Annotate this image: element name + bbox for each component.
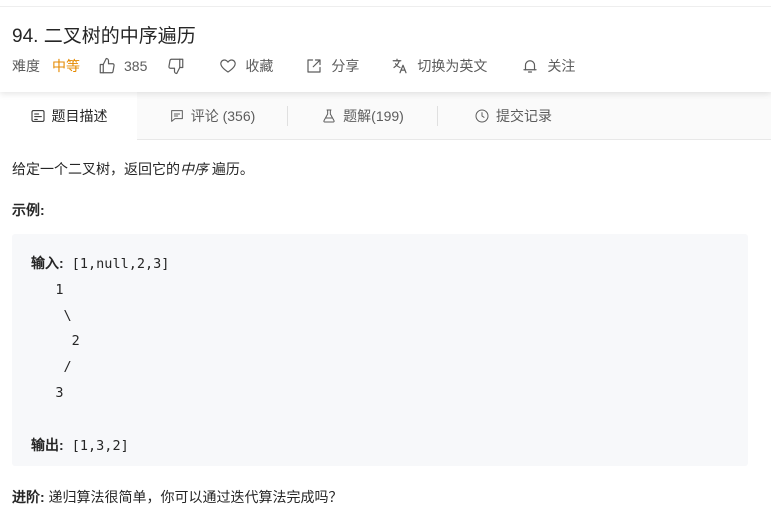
- advanced-label: 进阶:: [12, 489, 45, 505]
- share-button[interactable]: 分享: [305, 56, 359, 76]
- example-title: 示例:: [12, 202, 45, 218]
- follow-button[interactable]: 关注: [521, 56, 575, 76]
- translate-icon: [393, 58, 407, 74]
- problem-meta-bar: 难度 中等 385 收藏 分享 切换为英文 关注: [12, 55, 575, 77]
- thumbs-up-icon: [99, 57, 115, 74]
- example-code: 输入: [1,null,2,3] 1 \ 2 / 3 输出: [1,3,2]: [31, 251, 169, 459]
- share-label: 分享: [331, 58, 360, 74]
- input-label: 输入:: [31, 255, 64, 271]
- heart-icon: [220, 59, 237, 73]
- description-text: 给定一个二叉树，返回它的: [12, 161, 180, 177]
- tab-submissions[interactable]: 提交记录: [438, 92, 588, 139]
- tab-label: 题解(199): [343, 107, 404, 124]
- example-code-block: 输入: [1,null,2,3] 1 \ 2 / 3 输出: [1,3,2]: [12, 234, 748, 466]
- problem-tabs: 题目描述 评论 (356) 题解(199) 提交记录: [0, 92, 771, 140]
- share-icon: [307, 59, 321, 73]
- like-count: 385: [124, 58, 148, 74]
- like-button[interactable]: 385: [98, 57, 147, 75]
- thumbs-down-icon: [168, 58, 184, 75]
- output-value: [1,3,2]: [63, 437, 129, 454]
- tree-line: \: [31, 307, 72, 324]
- description-emphasis: 中序: [180, 161, 208, 177]
- output-label: 输出:: [31, 436, 64, 453]
- follow-label: 关注: [547, 58, 576, 74]
- bell-icon: [523, 60, 537, 73]
- tree-line: /: [31, 359, 72, 376]
- problem-header: 94. 二叉树的中序遍历 难度 中等 385 收藏 分享 切换为英文 关注: [0, 0, 771, 92]
- language-switch-label: 切换为英文: [417, 58, 488, 74]
- dislike-button[interactable]: [167, 57, 185, 75]
- tree-line: 3: [31, 384, 64, 401]
- difficulty-label: 难度: [12, 58, 40, 74]
- advanced-text: 递归算法很简单，你可以通过迭代算法完成吗？: [44, 489, 343, 505]
- tab-label: 提交记录: [496, 107, 552, 124]
- problem-title: 94. 二叉树的中序遍历: [12, 26, 196, 47]
- divider: [0, 6, 771, 7]
- tab-solutions[interactable]: 题解(199): [288, 92, 437, 139]
- tree-line: 2: [31, 333, 80, 350]
- language-switch-button[interactable]: 切换为英文: [391, 56, 487, 76]
- problem-description: 给定一个二叉树，返回它的中序 遍历。: [12, 159, 254, 179]
- comment-icon: [170, 109, 183, 122]
- flask-icon: [323, 109, 335, 122]
- tab-label: 评论 (356): [190, 107, 256, 124]
- tab-label: 题目描述: [51, 108, 108, 124]
- difficulty-badge: 中等: [52, 58, 80, 74]
- favorite-button[interactable]: 收藏: [219, 56, 273, 76]
- tree-line: 1: [31, 281, 64, 298]
- tab-description[interactable]: 题目描述: [0, 92, 137, 140]
- favorite-label: 收藏: [245, 58, 274, 74]
- advanced-note: 进阶: 递归算法很简单，你可以通过迭代算法完成吗？: [12, 487, 343, 507]
- clock-icon: [475, 109, 489, 122]
- tab-comments[interactable]: 评论 (356): [137, 92, 287, 139]
- description-text: 遍历。: [208, 161, 254, 177]
- description-icon: [31, 110, 44, 122]
- input-value: [1,null,2,3]: [63, 256, 170, 272]
